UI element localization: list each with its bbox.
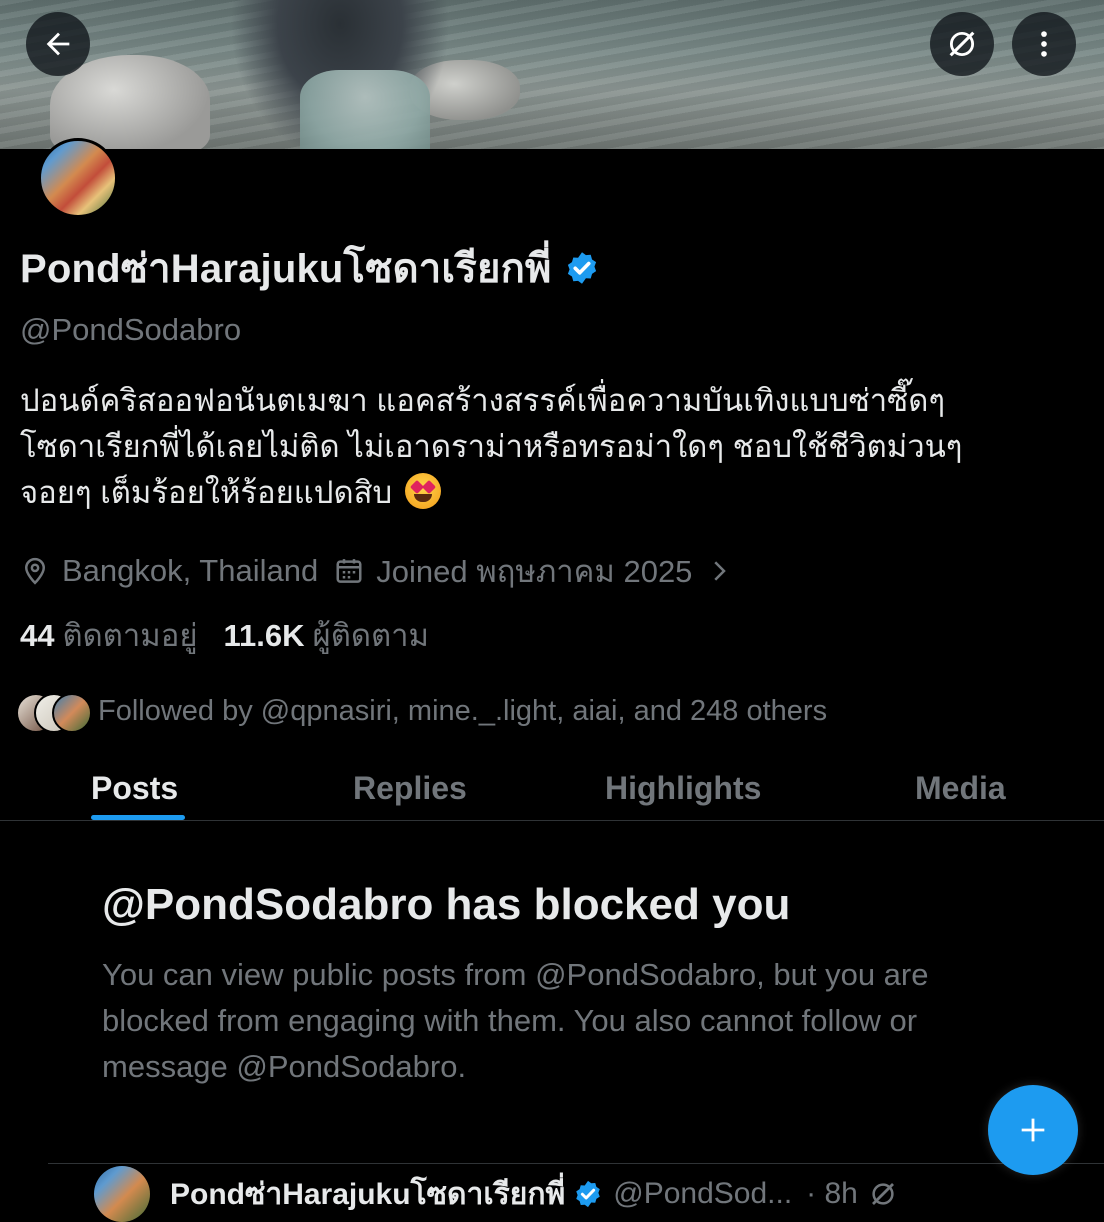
chevron-right-icon xyxy=(714,561,727,581)
followers-count: 11.6K xyxy=(223,618,305,653)
followers-link[interactable]: 11.6K ผู้ติดตาม xyxy=(224,610,429,660)
banner-figure-skirt xyxy=(300,70,430,149)
followed-by-text: Followed by @qpnasiri, mine._.light, aia… xyxy=(98,694,828,727)
display-name: Pondซ่าHarajukuโซดาเรียกพี่ xyxy=(20,247,552,291)
post-author-handle: @PondSod... xyxy=(613,1177,793,1210)
blocked-title: @PondSodabro has blocked you xyxy=(102,880,791,929)
tab-replies[interactable]: Replies xyxy=(353,756,467,820)
profile-bio: ปอนด์คริสออฟอนันตเมฆา แอคสร้างสรรค์เพื่อ… xyxy=(20,378,1080,516)
tab-posts[interactable]: Posts xyxy=(91,756,178,820)
back-button[interactable] xyxy=(26,12,90,76)
tab-highlights[interactable]: Highlights xyxy=(605,756,761,820)
location-pin-icon xyxy=(24,557,46,585)
follow-stats: 44 ติดตามอยู่ 11.6K ผู้ติดตาม xyxy=(20,612,429,658)
profile-meta: Bangkok, Thailand Joined พฤษภาคม 2025 xyxy=(20,548,734,594)
profile-handle: @PondSodabro xyxy=(20,312,242,347)
tabs-divider xyxy=(0,820,1104,821)
follower-avatars xyxy=(16,691,92,733)
more-vertical-icon xyxy=(1041,31,1047,57)
location: Bangkok, Thailand xyxy=(20,553,318,589)
tab-media[interactable]: Media xyxy=(915,756,1006,820)
post-author-name: Pondซ่าHarajukuโซดาเรียกพี่ xyxy=(170,1177,566,1211)
following-label: ติดตามอยู่ xyxy=(62,618,198,653)
plus-icon xyxy=(1021,1118,1045,1142)
bio-line: โซดาเรียกพี่ได้เลยไม่ติด ไม่เอาดราม่าหรื… xyxy=(20,429,963,464)
following-link[interactable]: 44 ติดตามอยู่ xyxy=(20,610,198,660)
profile-tabs: Posts Replies Highlights Media xyxy=(0,756,1104,820)
joined-date[interactable]: Joined พฤษภาคม 2025 xyxy=(334,546,734,596)
calendar-icon xyxy=(336,559,362,583)
avatar xyxy=(52,693,92,733)
bio-line-text: จอยๆ เต็มร้อยให้ร้อยแปดสิบ xyxy=(20,475,393,510)
verified-badge-icon[interactable] xyxy=(564,250,600,286)
profile-name-row: Pondซ่าHarajukuโซดาเรียกพี่ xyxy=(20,240,600,296)
joined-text: Joined พฤษภาคม 2025 xyxy=(376,554,693,589)
followers-label: ผู้ติดตาม xyxy=(312,618,429,653)
profile-avatar[interactable] xyxy=(38,138,118,218)
post-header[interactable]: Pondซ่าHarajukuโซดาเรียกพี่ @PondSod... … xyxy=(94,1166,898,1222)
grok-icon xyxy=(949,31,975,57)
bio-line: ปอนด์คริสออฟอนันตเมฆา แอคสร้างสรรค์เพื่อ… xyxy=(20,383,945,418)
star-struck-emoji xyxy=(404,473,441,509)
post-avatar[interactable] xyxy=(94,1166,150,1222)
post-time: · 8h xyxy=(806,1177,858,1210)
verified-badge-icon xyxy=(576,1180,601,1208)
arrow-left-icon xyxy=(46,32,70,56)
bio-line-last: จอยๆ เต็มร้อยให้ร้อยแปดสิบ xyxy=(20,470,1080,516)
followed-by[interactable]: Followed by @qpnasiri, mine._.light, aia… xyxy=(16,688,827,734)
post-divider xyxy=(48,1163,1104,1164)
compose-button[interactable] xyxy=(988,1085,1078,1175)
location-text: Bangkok, Thailand xyxy=(62,553,319,588)
grok-icon[interactable] xyxy=(868,1179,898,1209)
following-count: 44 xyxy=(20,618,55,653)
grok-button[interactable] xyxy=(930,12,994,76)
blocked-body: You can view public posts from @PondSoda… xyxy=(102,957,929,1084)
more-button[interactable] xyxy=(1012,12,1076,76)
